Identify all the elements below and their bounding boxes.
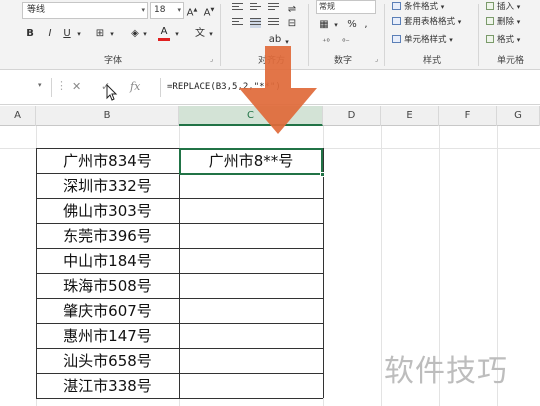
insert-icon <box>486 2 494 10</box>
cell-b7[interactable]: 中山市184号 <box>36 249 179 274</box>
align-top-icon[interactable] <box>232 3 243 13</box>
format-label: 格式 <box>497 35 515 45</box>
underline-button[interactable]: U <box>62 27 72 41</box>
fill-handle[interactable] <box>320 172 325 177</box>
chevron-down-icon: ▾ <box>516 18 521 26</box>
group-divider <box>384 4 385 66</box>
chevron-down-icon: ▾ <box>457 18 462 26</box>
bold-button[interactable]: B <box>25 27 35 41</box>
font-size-select[interactable]: 18 ▾ <box>150 2 184 19</box>
cells-group-label: 单元格 <box>497 56 525 66</box>
drag-handle-icon[interactable]: ⋮ <box>56 79 67 92</box>
align-left-icon[interactable] <box>232 18 243 28</box>
chevron-down-icon: ▾ <box>516 3 521 11</box>
chevron-down-icon[interactable]: ▾ <box>173 27 181 41</box>
cell-b11[interactable]: 汕头市658号 <box>36 349 179 374</box>
column-header-a[interactable]: A <box>0 106 36 126</box>
column-header-g[interactable]: G <box>497 106 540 126</box>
number-format-value: 常规 <box>319 2 335 11</box>
format-as-table-label: 套用表格格式 <box>404 17 456 27</box>
format-button[interactable]: 格式 ▾ <box>486 33 520 45</box>
fill-color-icon[interactable]: ◈ <box>128 27 142 41</box>
font-name-value: 等线 <box>27 5 46 15</box>
selected-cell-outline <box>179 148 323 175</box>
cancel-icon[interactable]: ✕ <box>72 80 81 93</box>
decrease-decimal-icon[interactable]: ⁰⁻ <box>338 35 354 49</box>
column-header-f[interactable]: F <box>439 106 497 126</box>
delete-label: 删除 <box>497 17 515 27</box>
formula-input[interactable]: =REPLACE(B3,5,2,"**") <box>160 78 540 97</box>
merge-center-icon[interactable]: ⊟ <box>285 17 299 31</box>
arrow-down-icon <box>239 46 317 134</box>
cell-b5[interactable]: 佛山市303号 <box>36 199 179 224</box>
format-table-icon <box>392 17 401 25</box>
number-group-label: 数字 <box>334 56 353 66</box>
orientation-icon[interactable]: ab <box>268 33 282 47</box>
insert-label: 插入 <box>497 2 515 12</box>
styles-group-label: 样式 <box>423 56 442 66</box>
chevron-down-icon: ▾ <box>516 36 521 44</box>
mouse-cursor-icon <box>106 84 118 101</box>
group-divider <box>220 4 221 66</box>
chevron-down-icon[interactable]: ▾ <box>75 27 83 41</box>
format-as-table-button[interactable]: 套用表格格式 ▾ <box>392 15 461 27</box>
conditional-formatting-label: 条件格式 <box>404 2 439 12</box>
chevron-down-icon[interactable]: ▾ <box>141 27 149 41</box>
chevron-down-icon[interactable]: ▾ <box>332 18 340 32</box>
gridline <box>381 126 382 406</box>
cell-styles-icon <box>392 35 401 43</box>
align-bottom-icon[interactable] <box>268 3 279 13</box>
column-header-e[interactable]: E <box>381 106 439 126</box>
border-icon[interactable]: ⊞ <box>93 27 107 41</box>
group-divider <box>478 4 479 66</box>
chevron-down-icon: ▾ <box>141 6 145 14</box>
italic-button[interactable]: I <box>45 27 55 41</box>
chevron-down-icon[interactable]: ▾ <box>38 81 42 89</box>
cell-b8[interactable]: 珠海市508号 <box>36 274 179 299</box>
chevron-down-icon[interactable]: ▾ <box>207 27 215 41</box>
cell-b3[interactable]: 广州市834号 <box>36 149 179 174</box>
column-header-d[interactable]: D <box>323 106 381 126</box>
conditional-formatting-icon <box>392 2 401 10</box>
cell-b9[interactable]: 肇庆市607号 <box>36 299 179 324</box>
table-border-line <box>323 148 324 398</box>
format-icon <box>486 35 494 43</box>
comma-style-button[interactable]: , <box>362 18 370 32</box>
align-middle-icon[interactable] <box>250 3 261 13</box>
cell-b4[interactable]: 深圳市332号 <box>36 174 179 199</box>
cell-styles-button[interactable]: 单元格样式 ▾ <box>392 33 453 45</box>
cell-b12[interactable]: 湛江市338号 <box>36 374 179 399</box>
percent-style-button[interactable]: % <box>346 18 358 32</box>
wrap-text-icon[interactable]: ⇌ <box>285 3 299 17</box>
increase-font-icon[interactable]: A▲ <box>186 3 198 20</box>
cell-b10[interactable]: 惠州市147号 <box>36 324 179 349</box>
accounting-format-icon[interactable]: ▦ <box>318 18 330 32</box>
delete-button[interactable]: 删除 ▾ <box>486 15 520 27</box>
cell-b6[interactable]: 东莞市396号 <box>36 224 179 249</box>
decrease-font-icon[interactable]: A▼ <box>203 3 215 20</box>
align-right-icon[interactable] <box>268 18 279 28</box>
font-size-value: 18 <box>154 5 166 15</box>
dialog-launcher-icon[interactable]: ⌟ <box>210 55 213 63</box>
number-format-select[interactable]: 常规 <box>316 0 376 14</box>
chevron-down-icon[interactable]: ▾ <box>108 27 116 41</box>
cell-styles-label: 单元格样式 <box>404 35 447 45</box>
chevron-down-icon: ▾ <box>177 6 181 14</box>
phonetic-guide-icon[interactable]: 文 <box>193 27 207 41</box>
conditional-formatting-button[interactable]: 条件格式 ▾ <box>392 0 444 12</box>
name-box[interactable] <box>0 78 52 97</box>
font-name-select[interactable]: 等线 ▾ <box>22 2 148 19</box>
font-group-label: 字体 <box>104 56 123 66</box>
column-header-b[interactable]: B <box>36 106 179 126</box>
watermark-text: 软件技巧 <box>384 354 508 389</box>
chevron-down-icon: ▾ <box>449 36 453 44</box>
dialog-launcher-icon[interactable]: ⌟ <box>375 55 378 63</box>
insert-button[interactable]: 插入 ▾ <box>486 0 520 12</box>
chevron-down-icon: ▾ <box>440 3 445 11</box>
font-color-icon[interactable]: A <box>158 26 170 41</box>
insert-function-icon[interactable]: fx <box>130 80 140 93</box>
align-center-icon[interactable] <box>250 18 261 28</box>
delete-icon <box>486 17 494 25</box>
